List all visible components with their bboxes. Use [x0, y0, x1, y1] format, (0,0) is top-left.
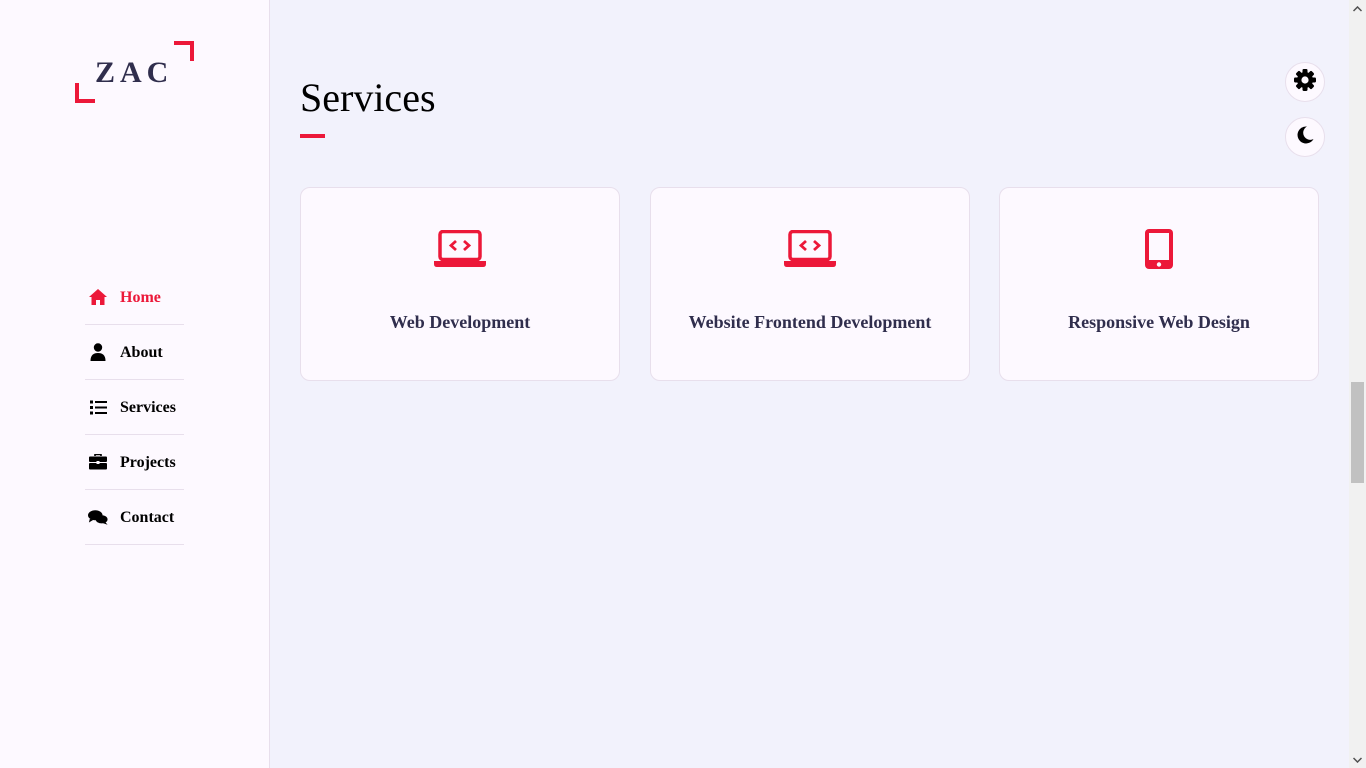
- laptop-code-icon: [434, 228, 486, 270]
- nav-item-home[interactable]: Home: [85, 270, 184, 325]
- logo[interactable]: ZAC: [75, 41, 195, 103]
- nav-item-about[interactable]: About: [85, 325, 184, 380]
- nav-item-services[interactable]: Services: [85, 380, 184, 435]
- nav-label: Home: [120, 289, 161, 306]
- logo-corner-top-right: [174, 41, 194, 61]
- nav-label: Projects: [120, 454, 176, 471]
- nav-item-contact[interactable]: Contact: [85, 490, 184, 545]
- gear-icon: [1294, 68, 1316, 96]
- sidebar: ZAC Home About Services Projects Contact: [0, 0, 270, 768]
- service-card[interactable]: Web Development: [300, 187, 620, 381]
- service-card-title: Website Frontend Development: [688, 312, 932, 332]
- briefcase-icon: [88, 452, 108, 472]
- sidebar-nav: Home About Services Projects Contact: [85, 270, 184, 545]
- service-card[interactable]: Responsive Web Design: [999, 187, 1319, 381]
- scroll-down-arrow-icon[interactable]: [1349, 751, 1366, 768]
- laptop-code-icon: [784, 228, 836, 270]
- vertical-scrollbar[interactable]: [1349, 0, 1366, 768]
- nav-label: Contact: [120, 509, 175, 526]
- nav-item-projects[interactable]: Projects: [85, 435, 184, 490]
- style-switcher-toggle[interactable]: [1285, 62, 1325, 102]
- scrollbar-thumb[interactable]: [1351, 382, 1364, 483]
- nav-label: Services: [120, 399, 176, 416]
- logo-corner-bottom-left: [75, 83, 95, 103]
- nav-label: About: [120, 344, 163, 361]
- day-night-toggle[interactable]: [1285, 117, 1325, 157]
- page-title: Services: [300, 75, 436, 120]
- main-content: Services Web Development Website Fronten…: [270, 0, 1350, 768]
- service-card[interactable]: Website Frontend Development: [650, 187, 970, 381]
- title-underline: [300, 134, 325, 138]
- home-icon: [88, 287, 108, 307]
- user-icon: [88, 342, 108, 362]
- mobile-icon: [1133, 228, 1185, 270]
- logo-text: ZAC: [95, 56, 174, 89]
- service-card-title: Web Development: [389, 312, 531, 332]
- comments-icon: [88, 507, 108, 527]
- services-grid: Web Development Website Frontend Develop…: [300, 187, 1320, 381]
- list-icon: [88, 397, 108, 417]
- moon-icon: [1295, 125, 1315, 150]
- scroll-up-arrow-icon[interactable]: [1349, 0, 1366, 17]
- service-card-title: Responsive Web Design: [1068, 312, 1250, 332]
